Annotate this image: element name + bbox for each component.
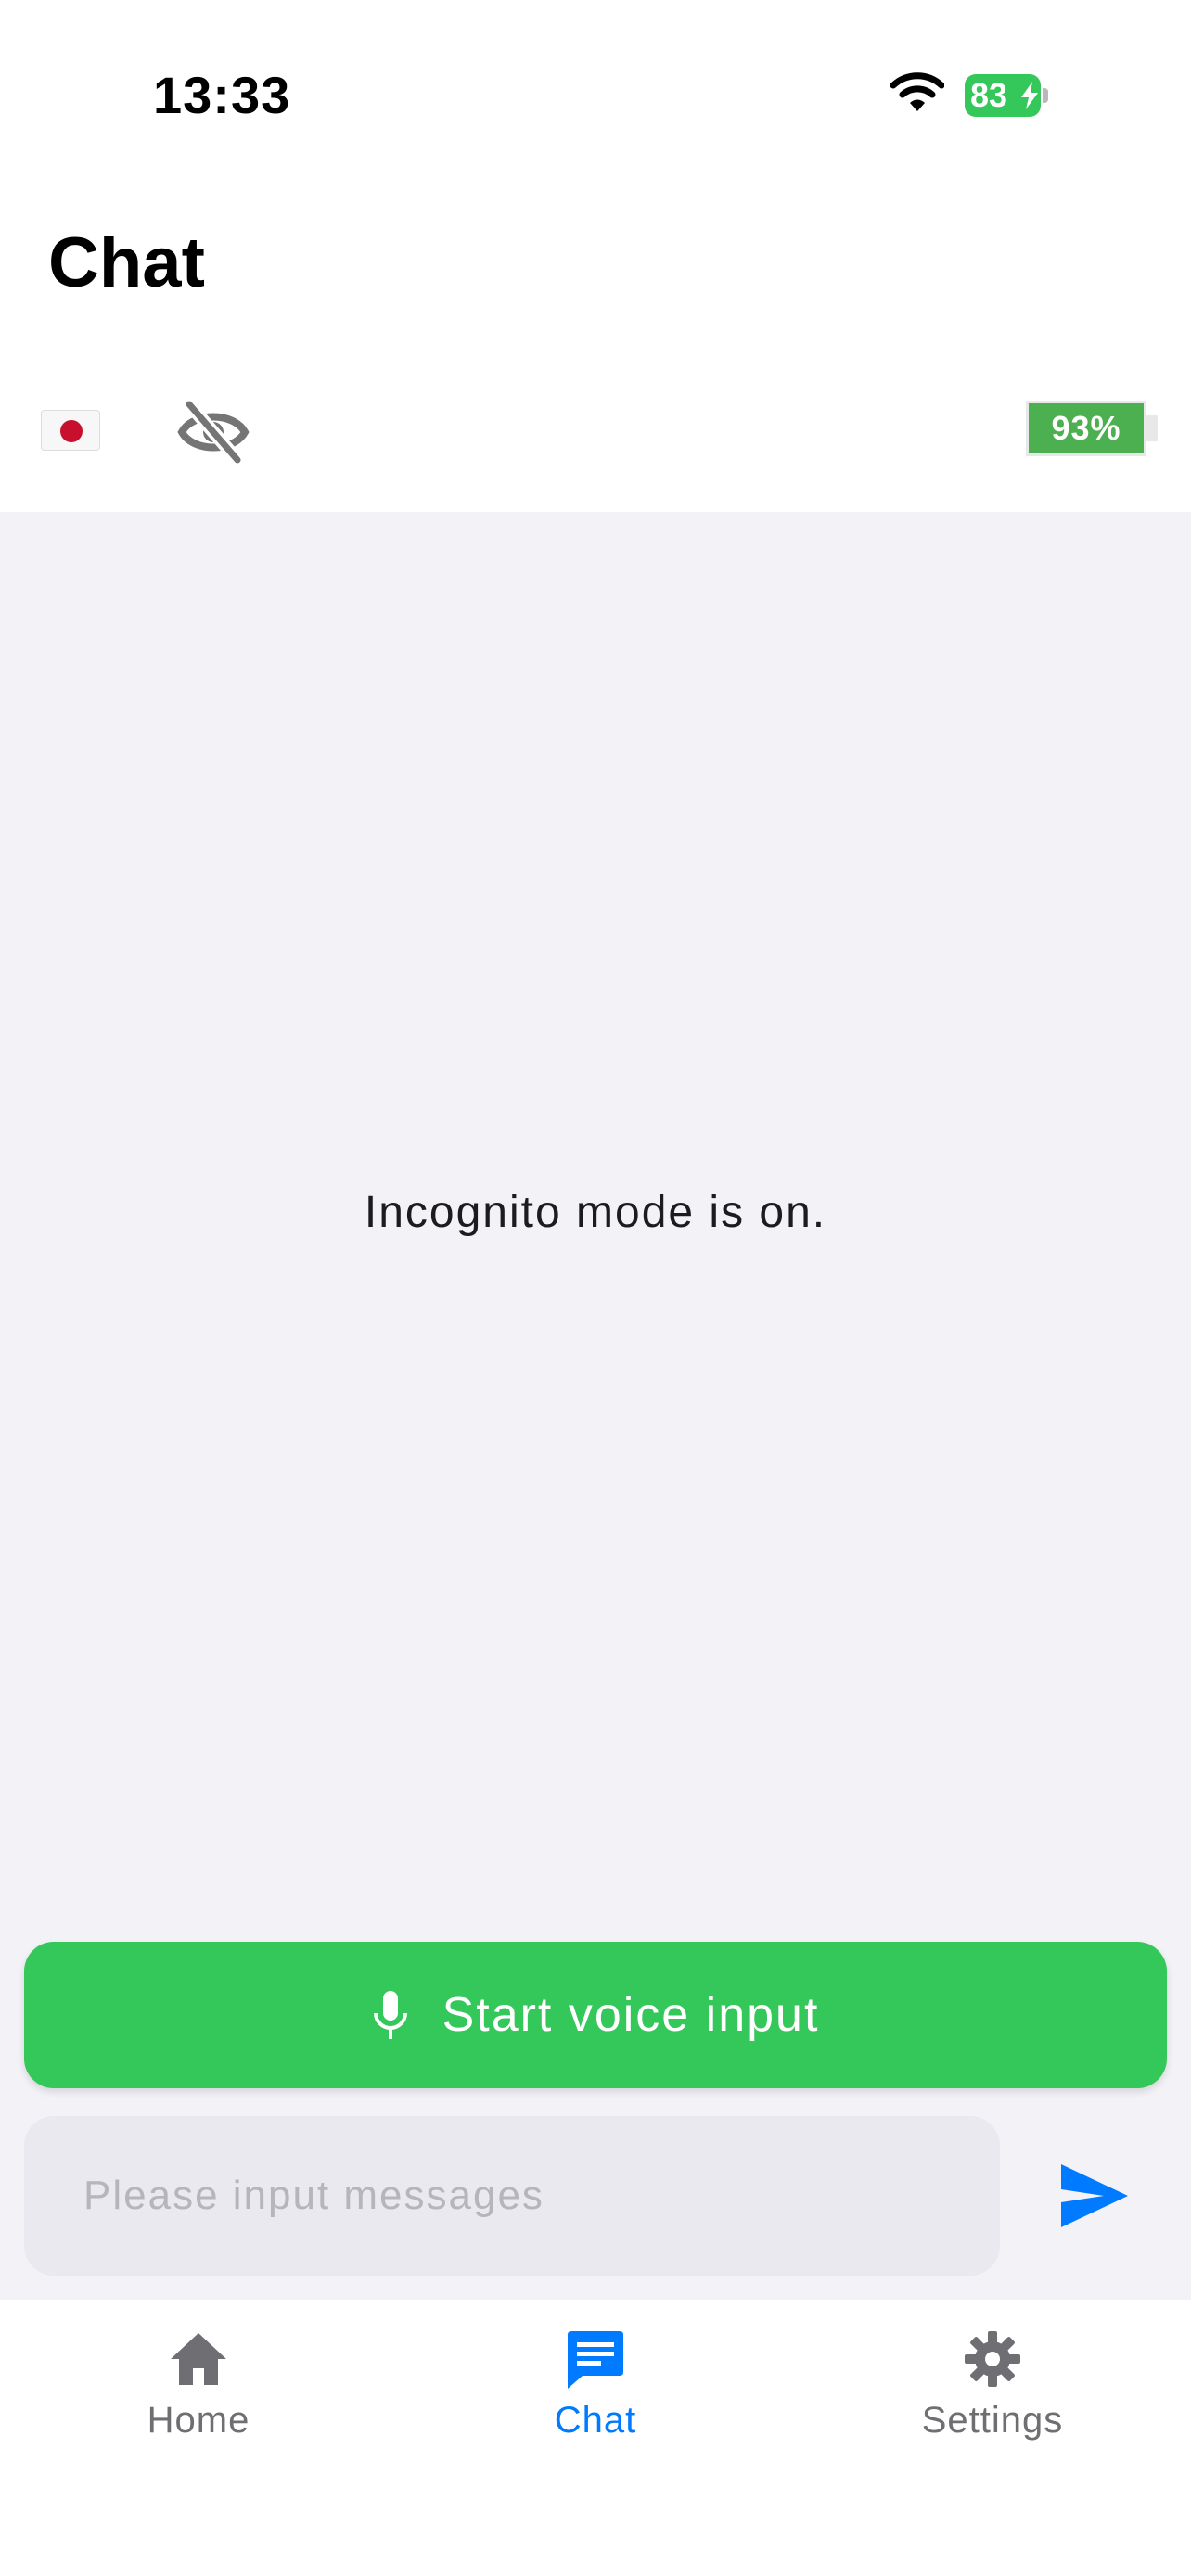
tab-settings[interactable]: Settings bbox=[853, 2327, 1132, 2476]
status-time: 13:33 bbox=[153, 66, 291, 124]
incognito-message: Incognito mode is on. bbox=[364, 1188, 827, 1237]
tab-chat[interactable]: Chat bbox=[456, 2327, 735, 2476]
gear-icon bbox=[965, 2331, 1020, 2387]
japan-flag-icon[interactable] bbox=[41, 410, 100, 451]
chat-toolbar: 93% bbox=[0, 371, 1191, 512]
device-battery-nub bbox=[1146, 415, 1158, 441]
tab-chat-label: Chat bbox=[554, 2400, 637, 2441]
eye-slash-icon[interactable] bbox=[176, 395, 250, 469]
flag-sun bbox=[60, 420, 83, 442]
microphone-icon bbox=[373, 1991, 407, 2039]
page-title: Chat bbox=[48, 223, 205, 302]
device-battery-level: 93% bbox=[1026, 401, 1146, 456]
status-bar: 13:33 83 bbox=[0, 0, 1191, 185]
start-voice-input-button[interactable]: Start voice input bbox=[24, 1942, 1167, 2088]
chat-screen: 13:33 83 Chat 93% Incognito mode is on. … bbox=[0, 0, 1191, 2576]
tab-home[interactable]: Home bbox=[59, 2327, 338, 2476]
tab-settings-label: Settings bbox=[921, 2400, 1064, 2441]
chat-icon bbox=[568, 2331, 623, 2389]
tab-home-label: Home bbox=[147, 2400, 250, 2441]
charging-bolt-icon bbox=[1021, 82, 1038, 109]
tab-bar: Home Chat Settings bbox=[0, 2300, 1191, 2576]
send-icon[interactable] bbox=[1057, 2161, 1132, 2231]
device-battery-indicator: 93% bbox=[1026, 401, 1169, 456]
voice-button-label: Start voice input bbox=[442, 1988, 820, 2042]
system-battery-nub bbox=[1043, 88, 1048, 103]
system-battery: 83 bbox=[965, 74, 1048, 117]
message-input[interactable] bbox=[24, 2116, 1000, 2276]
wifi-icon bbox=[890, 72, 944, 111]
home-icon bbox=[171, 2333, 226, 2385]
